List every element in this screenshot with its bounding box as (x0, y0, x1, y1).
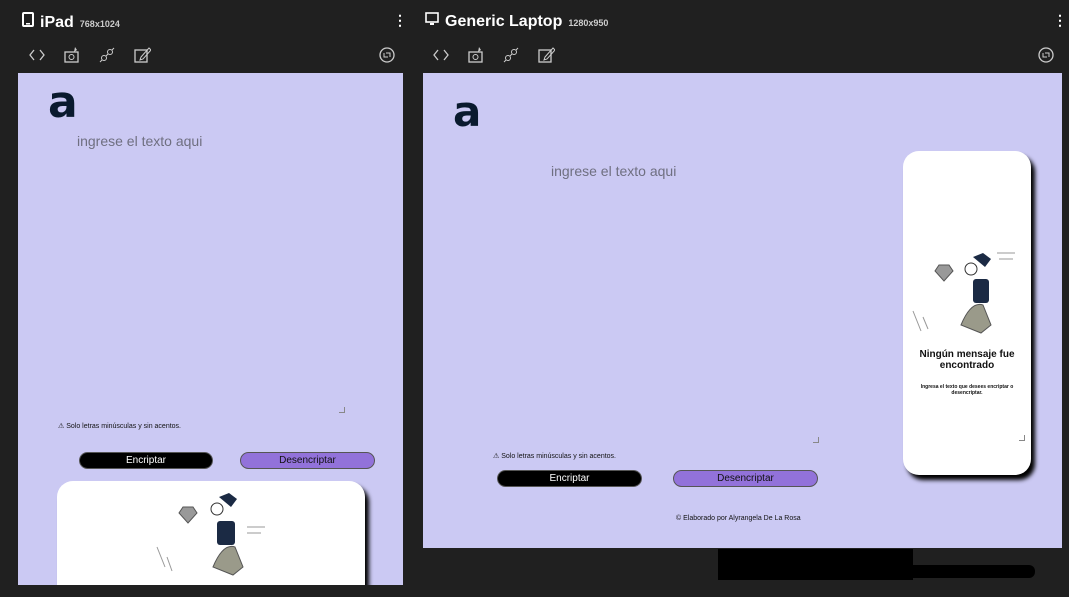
decrypt-button[interactable]: Desencriptar (673, 470, 818, 487)
device-name: iPad (40, 14, 74, 31)
sync-icon[interactable] (98, 46, 116, 64)
ipad-viewport: a ingrese el texto aqui ⚠ Solo letras mi… (18, 73, 403, 585)
rotate-icon[interactable] (1037, 46, 1055, 64)
screenshot-icon[interactable] (63, 46, 81, 64)
warning-text: ⚠ Solo letras minúsculas y sin acentos. (493, 453, 616, 460)
edit-icon[interactable] (133, 46, 152, 64)
resize-handle[interactable] (813, 437, 819, 443)
footer-credit: © Elaborado por Alyrangela De La Rosa (676, 515, 801, 522)
redaction-mark (735, 565, 1035, 578)
warning-text: ⚠ Solo letras minúsculas y sin acentos. (58, 423, 181, 430)
encrypt-button[interactable]: Encriptar (79, 452, 213, 469)
code-icon[interactable] (28, 46, 46, 64)
edit-icon[interactable] (537, 46, 556, 64)
laptop-viewport: a ingrese el texto aqui ⚠ Solo letras mi… (423, 73, 1062, 548)
resize-handle[interactable] (339, 407, 345, 413)
more-options-icon[interactable]: ⋮ (393, 12, 407, 29)
monitor-icon (425, 12, 439, 25)
tablet-icon (22, 12, 34, 27)
device-header-ipad: iPad 768x1024 (22, 12, 120, 32)
logo: a (48, 77, 78, 128)
empty-title: Ningún mensaje fue encontrado (919, 349, 1015, 371)
empty-subtitle: Ingresa el texto que desees encriptar o … (920, 384, 1014, 396)
sync-icon[interactable] (502, 46, 520, 64)
decrypt-button[interactable]: Desencriptar (240, 452, 375, 469)
code-icon[interactable] (432, 46, 450, 64)
screenshot-icon[interactable] (467, 46, 485, 64)
device-header-laptop: Generic Laptop 1280x950 (425, 12, 608, 31)
text-input[interactable]: ingrese el texto aqui (551, 163, 676, 179)
result-card: Ningún mensaje fue encontrado Ingresa el… (903, 151, 1031, 475)
device-name: Generic Laptop (445, 13, 563, 30)
more-options-icon[interactable]: ⋮ (1053, 12, 1067, 29)
illustration-person-icon (912, 252, 1015, 334)
device-resolution: 1280x950 (568, 18, 609, 28)
encrypt-button[interactable]: Encriptar (497, 470, 642, 487)
resize-handle[interactable] (1019, 435, 1025, 441)
rotate-icon[interactable] (378, 46, 396, 64)
text-input[interactable]: ingrese el texto aqui (77, 133, 202, 149)
logo: a (453, 87, 482, 136)
illustration-person-icon (156, 493, 265, 576)
result-card (57, 481, 365, 585)
device-resolution: 768x1024 (79, 19, 120, 29)
